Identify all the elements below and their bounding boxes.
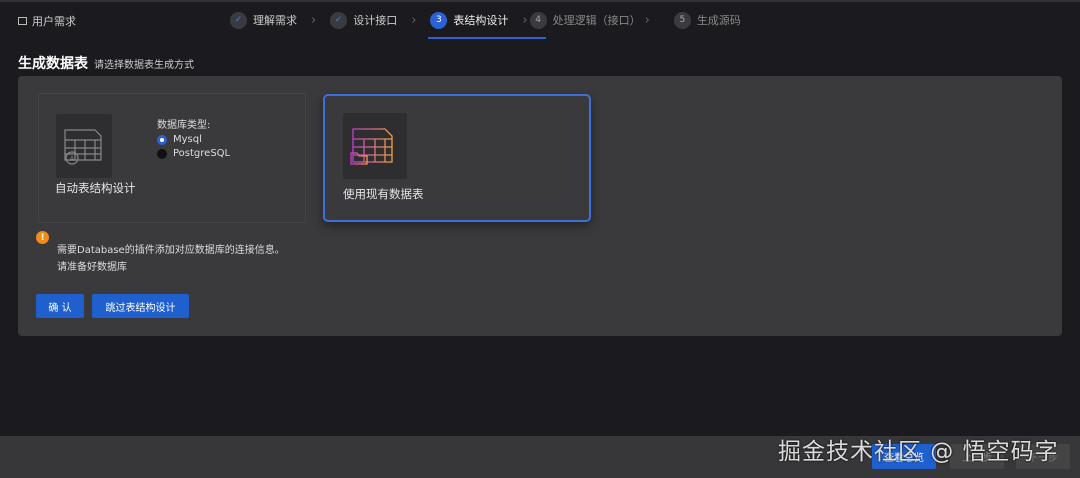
step-label: 表结构设计: [453, 14, 509, 27]
comment-icon: [18, 17, 27, 25]
section-title: 生成数据表 请选择数据表生成方式: [18, 53, 194, 73]
radio-mysql[interactable]: Mysql: [157, 134, 230, 145]
step-2[interactable]: ✓ 设计接口: [330, 9, 397, 31]
watermark: 掘金技术社区 @ 悟空码字: [778, 439, 1059, 465]
svg-text:A: A: [70, 155, 75, 163]
skip-design-button[interactable]: 跳过表结构设计: [92, 294, 189, 318]
step-4[interactable]: 4 处理逻辑（接口）: [529, 9, 641, 31]
requirement-link[interactable]: 用户需求: [18, 13, 76, 29]
chevron-right-icon: ›: [522, 12, 528, 28]
warning-icon: !: [36, 231, 49, 244]
main-panel: A 自动表结构设计 数据库类型: Mysql PostgreSQL 使用现有数据…: [18, 76, 1062, 336]
radio-label: PostgreSQL: [173, 148, 231, 159]
chevron-right-icon: ›: [644, 12, 650, 28]
stepper: ✓ 理解需求 › ✓ 设计接口 › 3 表结构设计 › 4 处理逻辑（接口） › 5 生成…: [230, 9, 741, 39]
auto-design-card[interactable]: A 自动表结构设计 数据库类型: Mysql PostgreSQL: [38, 93, 306, 223]
confirm-button[interactable]: 确 认: [36, 294, 84, 318]
auto-table-icon: A: [56, 114, 112, 178]
requirement-label: 用户需求: [32, 15, 76, 28]
step-label: 生成源码: [696, 14, 741, 27]
existing-table-card[interactable]: 使用现有数据表: [323, 94, 591, 222]
step-5[interactable]: 5 生成源码: [673, 9, 741, 31]
radio-selected-icon: [157, 134, 167, 145]
step-number: 5: [673, 11, 691, 29]
step-label: 理解需求: [253, 14, 297, 27]
header: 用户需求 ✓ 理解需求 › ✓ 设计接口 › 3 表结构设计 › 4 处理逻辑（接口） …: [0, 2, 1080, 39]
chevron-right-icon: ›: [411, 12, 417, 28]
existing-table-label: 使用现有数据表: [343, 187, 424, 201]
check-icon: ✓: [330, 11, 348, 29]
step-number: 3: [430, 11, 448, 29]
page-subtitle: 请选择数据表生成方式: [94, 60, 194, 71]
auto-design-label: 自动表结构设计: [55, 181, 136, 195]
existing-table-icon: [343, 113, 407, 179]
radio-postgresql[interactable]: PostgreSQL: [157, 148, 230, 159]
radio-label: Mysql: [173, 134, 202, 145]
warning-line: 需要Database的插件添加对应数据库的连接信息。: [57, 245, 285, 256]
chevron-right-icon: ›: [311, 12, 317, 28]
check-icon: ✓: [230, 11, 247, 29]
page-title: 生成数据表: [18, 56, 88, 72]
step-label: 处理逻辑（接口）: [552, 14, 641, 27]
db-type-group: 数据库类型: Mysql PostgreSQL: [157, 116, 230, 159]
warning-line: 请准备好数据库: [57, 262, 127, 273]
step-3[interactable]: 3 表结构设计: [428, 9, 547, 39]
step-number: 4: [529, 11, 547, 29]
warning-text: 需要Database的插件添加对应数据库的连接信息。 请准备好数据库: [57, 242, 285, 276]
db-type-label: 数据库类型:: [157, 120, 211, 131]
step-label: 设计接口: [353, 14, 398, 27]
radio-unselected-icon: [157, 148, 167, 159]
step-1[interactable]: ✓ 理解需求: [230, 9, 297, 31]
